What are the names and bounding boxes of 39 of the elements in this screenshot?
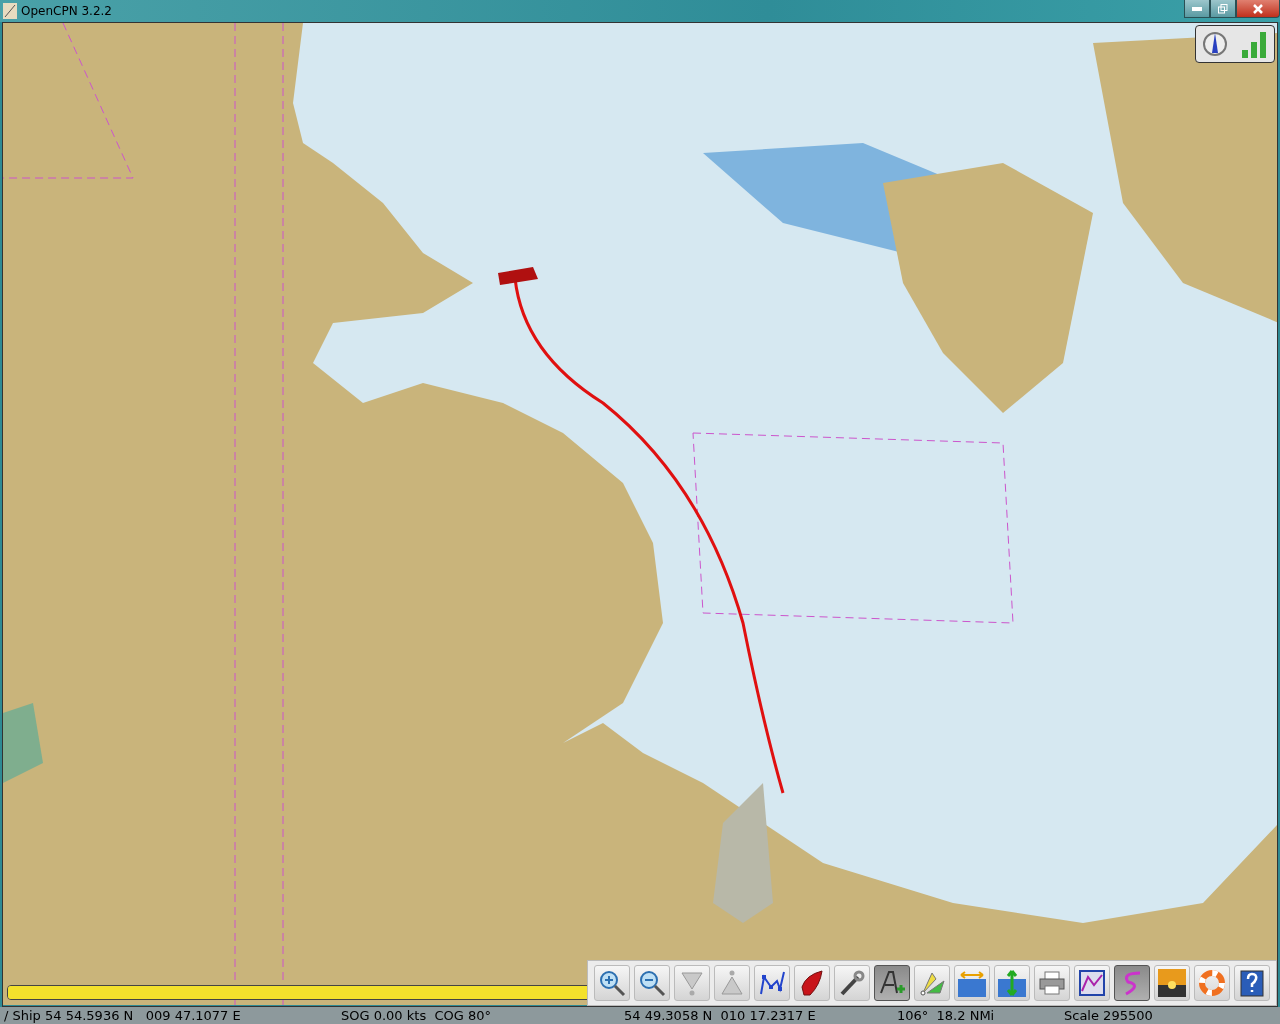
route-list-icon bbox=[1078, 969, 1106, 997]
status-field: SOG 0.00 kts COG 80° bbox=[341, 1008, 491, 1023]
toolbar-button[interactable] bbox=[1234, 965, 1270, 1001]
toolbar-button[interactable] bbox=[1074, 965, 1110, 1001]
sunset-icon bbox=[1158, 969, 1186, 997]
printer-icon bbox=[1038, 969, 1066, 997]
help-icon bbox=[1238, 969, 1266, 997]
app-logo-icon bbox=[3, 3, 17, 19]
lifebuoy-icon bbox=[1198, 969, 1226, 997]
tide-icon bbox=[998, 969, 1026, 997]
toolbar-button[interactable] bbox=[594, 965, 630, 1001]
toolbar-button[interactable] bbox=[834, 965, 870, 1001]
close-icon bbox=[1253, 3, 1263, 14]
restore-button[interactable] bbox=[1210, 0, 1236, 18]
minimize-icon bbox=[1192, 6, 1202, 11]
toolbar-button[interactable] bbox=[794, 965, 830, 1001]
ship-marker[interactable] bbox=[498, 267, 538, 285]
zoom-in-icon bbox=[598, 969, 626, 997]
compass-icon bbox=[1202, 31, 1228, 57]
restore-icon bbox=[1218, 3, 1228, 14]
zoom-out-icon bbox=[638, 969, 666, 997]
status-field: / Ship 54 54.5936 N 009 47.1077 E bbox=[4, 1008, 241, 1023]
toolbar-button[interactable] bbox=[1154, 965, 1190, 1001]
toolbar-button[interactable] bbox=[754, 965, 790, 1001]
funnel-icon bbox=[678, 969, 706, 997]
status-field: 54 49.3058 N 010 17.2317 E bbox=[624, 1008, 816, 1023]
wrench-icon bbox=[838, 969, 866, 997]
status-field: 106° 18.2 NMi bbox=[897, 1008, 995, 1023]
signal-icon bbox=[1240, 30, 1268, 58]
route-icon bbox=[758, 969, 786, 997]
status-field: Scale 295500 bbox=[1064, 1008, 1153, 1023]
current-icon bbox=[958, 969, 986, 997]
toolbar-button[interactable] bbox=[874, 965, 910, 1001]
toolbar-button[interactable] bbox=[634, 965, 670, 1001]
triangle-icon bbox=[718, 969, 746, 997]
boat-icon bbox=[798, 969, 826, 997]
close-button[interactable] bbox=[1236, 0, 1280, 18]
window-title: OpenCPN 3.2.2 bbox=[21, 4, 112, 18]
minimize-button[interactable] bbox=[1184, 0, 1210, 18]
